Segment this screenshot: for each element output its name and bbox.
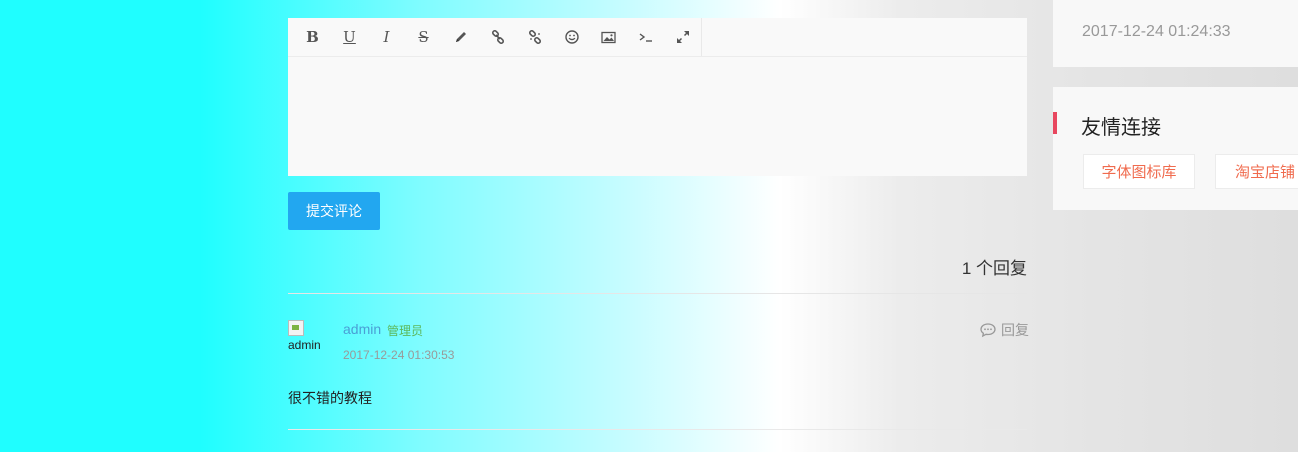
reply-label: 回复 [1001,322,1029,338]
comment-author-link[interactable]: admin [343,321,381,337]
pencil-icon [455,32,466,42]
divider [288,429,1027,430]
smile-icon [564,30,579,44]
divider [288,293,1027,294]
admin-badge: 管理员 [387,324,424,338]
bold-icon: B [306,28,319,46]
avatar-alt-text: admin [288,338,321,352]
reply-count: 1 个回复 [961,259,1027,278]
strikethrough-button[interactable]: S [405,18,442,56]
avatar: admin [288,320,330,360]
comment-editor: B U I S [288,18,1027,176]
terminal-icon [639,33,652,42]
friend-links-title: 友情连接 [1081,117,1161,139]
underline-button[interactable]: U [331,18,368,56]
submit-comment-button[interactable]: 提交评论 [288,192,380,230]
toolbar-group: B U I S [288,18,702,56]
comment-body: 很不错的教程 [288,390,372,406]
sidebar-recent-panel: 2017-12-24 01:24:33 [1053,0,1298,67]
italic-button[interactable]: I [368,18,405,56]
underline-icon: U [343,28,356,46]
reply-button[interactable]: 回复 [979,320,1029,340]
unlink-icon [528,30,541,44]
bold-button[interactable]: B [294,18,331,56]
link-icon [491,30,504,44]
unlink-button[interactable] [516,18,553,56]
code-button[interactable] [627,18,664,56]
fullscreen-button[interactable] [664,18,701,56]
friend-links-panel: 友情连接 字体图标库 淘宝店铺 [1053,87,1298,210]
image-button[interactable] [590,18,627,56]
friend-link-item[interactable]: 淘宝店铺 [1215,154,1298,189]
link-button[interactable] [479,18,516,56]
editor-toolbar: B U I S [288,18,1027,57]
comment-time: 2017-12-24 01:30:53 [343,348,455,362]
emoji-button[interactable] [553,18,590,56]
italic-icon: I [383,28,390,46]
chat-bubble-icon [980,323,996,338]
image-icon [601,31,616,43]
recent-date: 2017-12-24 01:24:33 [1082,23,1231,40]
friend-link-item[interactable]: 字体图标库 [1083,154,1195,189]
comment-textarea[interactable] [288,57,1027,176]
title-accent-bar [1053,112,1057,134]
broken-image-icon [288,320,304,336]
expand-icon [676,31,689,43]
strikethrough-icon: S [418,28,429,46]
pencil-button[interactable] [442,18,479,56]
